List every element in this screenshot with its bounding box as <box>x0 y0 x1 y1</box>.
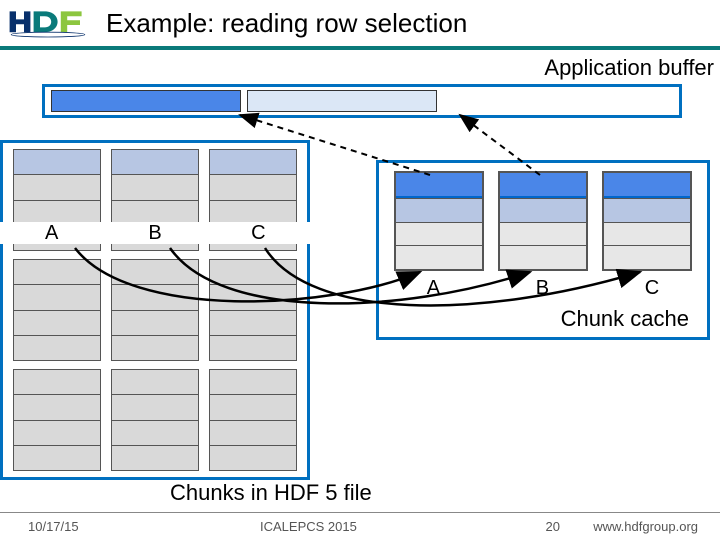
chunk <box>209 369 297 471</box>
slide-title: Example: reading row selection <box>106 8 467 39</box>
cache-col <box>602 171 692 271</box>
footer-venue: ICALEPCS 2015 <box>200 519 490 534</box>
footer-date: 10/17/15 <box>0 519 200 534</box>
file-col-a: A <box>0 222 103 244</box>
file-column-labels: A B C <box>0 222 310 244</box>
cache-col <box>394 171 484 271</box>
chunk <box>111 259 199 361</box>
cache-col-c: C <box>645 277 659 300</box>
footer-page: 20 <box>490 519 560 534</box>
file-col-b: B <box>103 222 206 244</box>
application-buffer <box>42 84 682 118</box>
chunk <box>209 259 297 361</box>
chunk <box>13 259 101 361</box>
chunk-cache-box: A B C Chunk cache <box>376 160 710 340</box>
file-caption: Chunks in HDF 5 file <box>170 480 372 506</box>
buffer-segment-a <box>51 90 241 112</box>
cache-title: Chunk cache <box>379 300 707 332</box>
app-buffer-label: Application buffer <box>544 55 714 81</box>
footer-url: www.hdfgroup.org <box>560 519 720 534</box>
chunk <box>13 369 101 471</box>
file-col-c: C <box>207 222 310 244</box>
cache-col-a: A <box>427 277 440 300</box>
chunk <box>111 369 199 471</box>
cache-col-b: B <box>536 277 549 300</box>
buffer-segment-b <box>247 90 437 112</box>
hdf5-file-box <box>0 140 310 480</box>
buffer-segment-c <box>443 90 633 112</box>
hdf-logo <box>8 3 88 44</box>
cache-col <box>498 171 588 271</box>
footer: 10/17/15 ICALEPCS 2015 20 www.hdfgroup.o… <box>0 512 720 540</box>
